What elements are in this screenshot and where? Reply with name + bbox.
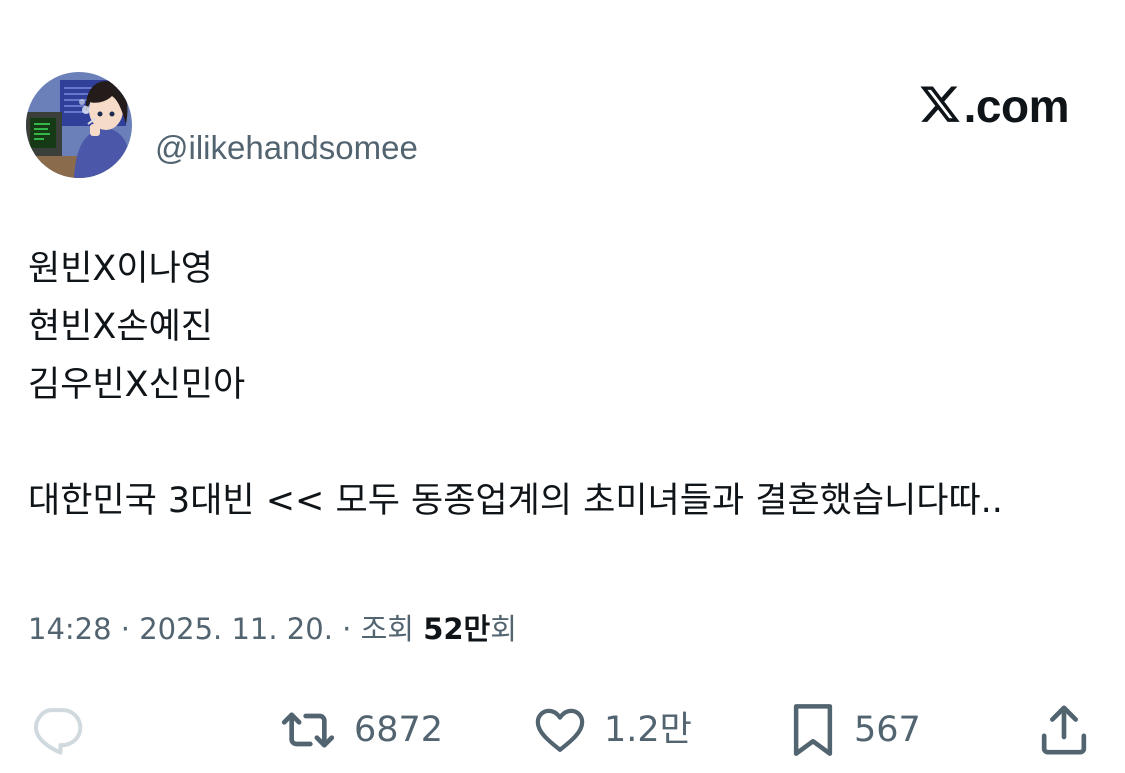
x-logo-icon <box>920 86 960 122</box>
author-avatar[interactable] <box>26 72 132 178</box>
reply-button[interactable] <box>28 700 100 760</box>
anime-girl-at-computer-avatar <box>26 72 132 178</box>
tweet-line: 김우빈X신민아 <box>28 365 246 405</box>
meta-separator: · <box>332 612 361 646</box>
tweet-line: 원빈X이나영 <box>28 249 213 289</box>
bookmark-icon <box>793 704 833 756</box>
share-icon <box>1041 705 1087 755</box>
tweet-line: 대한민국 3대빈 << 모두 동종업계의 초미녀들과 결혼했습니다따.. <box>28 481 1003 521</box>
bookmark-count: 567 <box>854 710 921 750</box>
reply-bubble-icon <box>34 708 83 755</box>
views-suffix: 회 <box>490 612 517 646</box>
tweet-meta: 14:28 · 2025. 11. 20. · 조회 52만회 <box>28 609 517 649</box>
retweet-count: 6872 <box>354 710 444 750</box>
share-button[interactable] <box>1034 700 1108 760</box>
bookmark-button[interactable]: 567 <box>786 700 921 760</box>
retweet-button[interactable]: 6872 <box>276 700 443 760</box>
tweet-date[interactable]: 2025. 11. 20. <box>139 612 333 646</box>
views-count: 52만 <box>423 612 491 646</box>
meta-separator: · <box>111 612 140 646</box>
like-count: 1.2만 <box>604 710 692 750</box>
tweet-time[interactable]: 14:28 <box>28 612 112 646</box>
site-name: .com <box>963 80 1070 132</box>
tweet-text: 원빈X이나영 현빈X손예진 김우빈X신민아 대한민국 3대빈 << 모두 동종업… <box>28 240 1098 530</box>
tweet-line: 현빈X손예진 <box>28 307 213 347</box>
like-button[interactable]: 1.2만 <box>530 700 692 760</box>
retweet-icon <box>281 712 335 748</box>
heart-icon <box>535 708 585 752</box>
views-label: 조회 <box>360 612 414 646</box>
action-bar: 6872 1.2만 567 <box>0 700 1125 760</box>
author-handle[interactable]: @ilikehandsomee <box>155 128 418 168</box>
site-logo: .com <box>918 78 1070 134</box>
